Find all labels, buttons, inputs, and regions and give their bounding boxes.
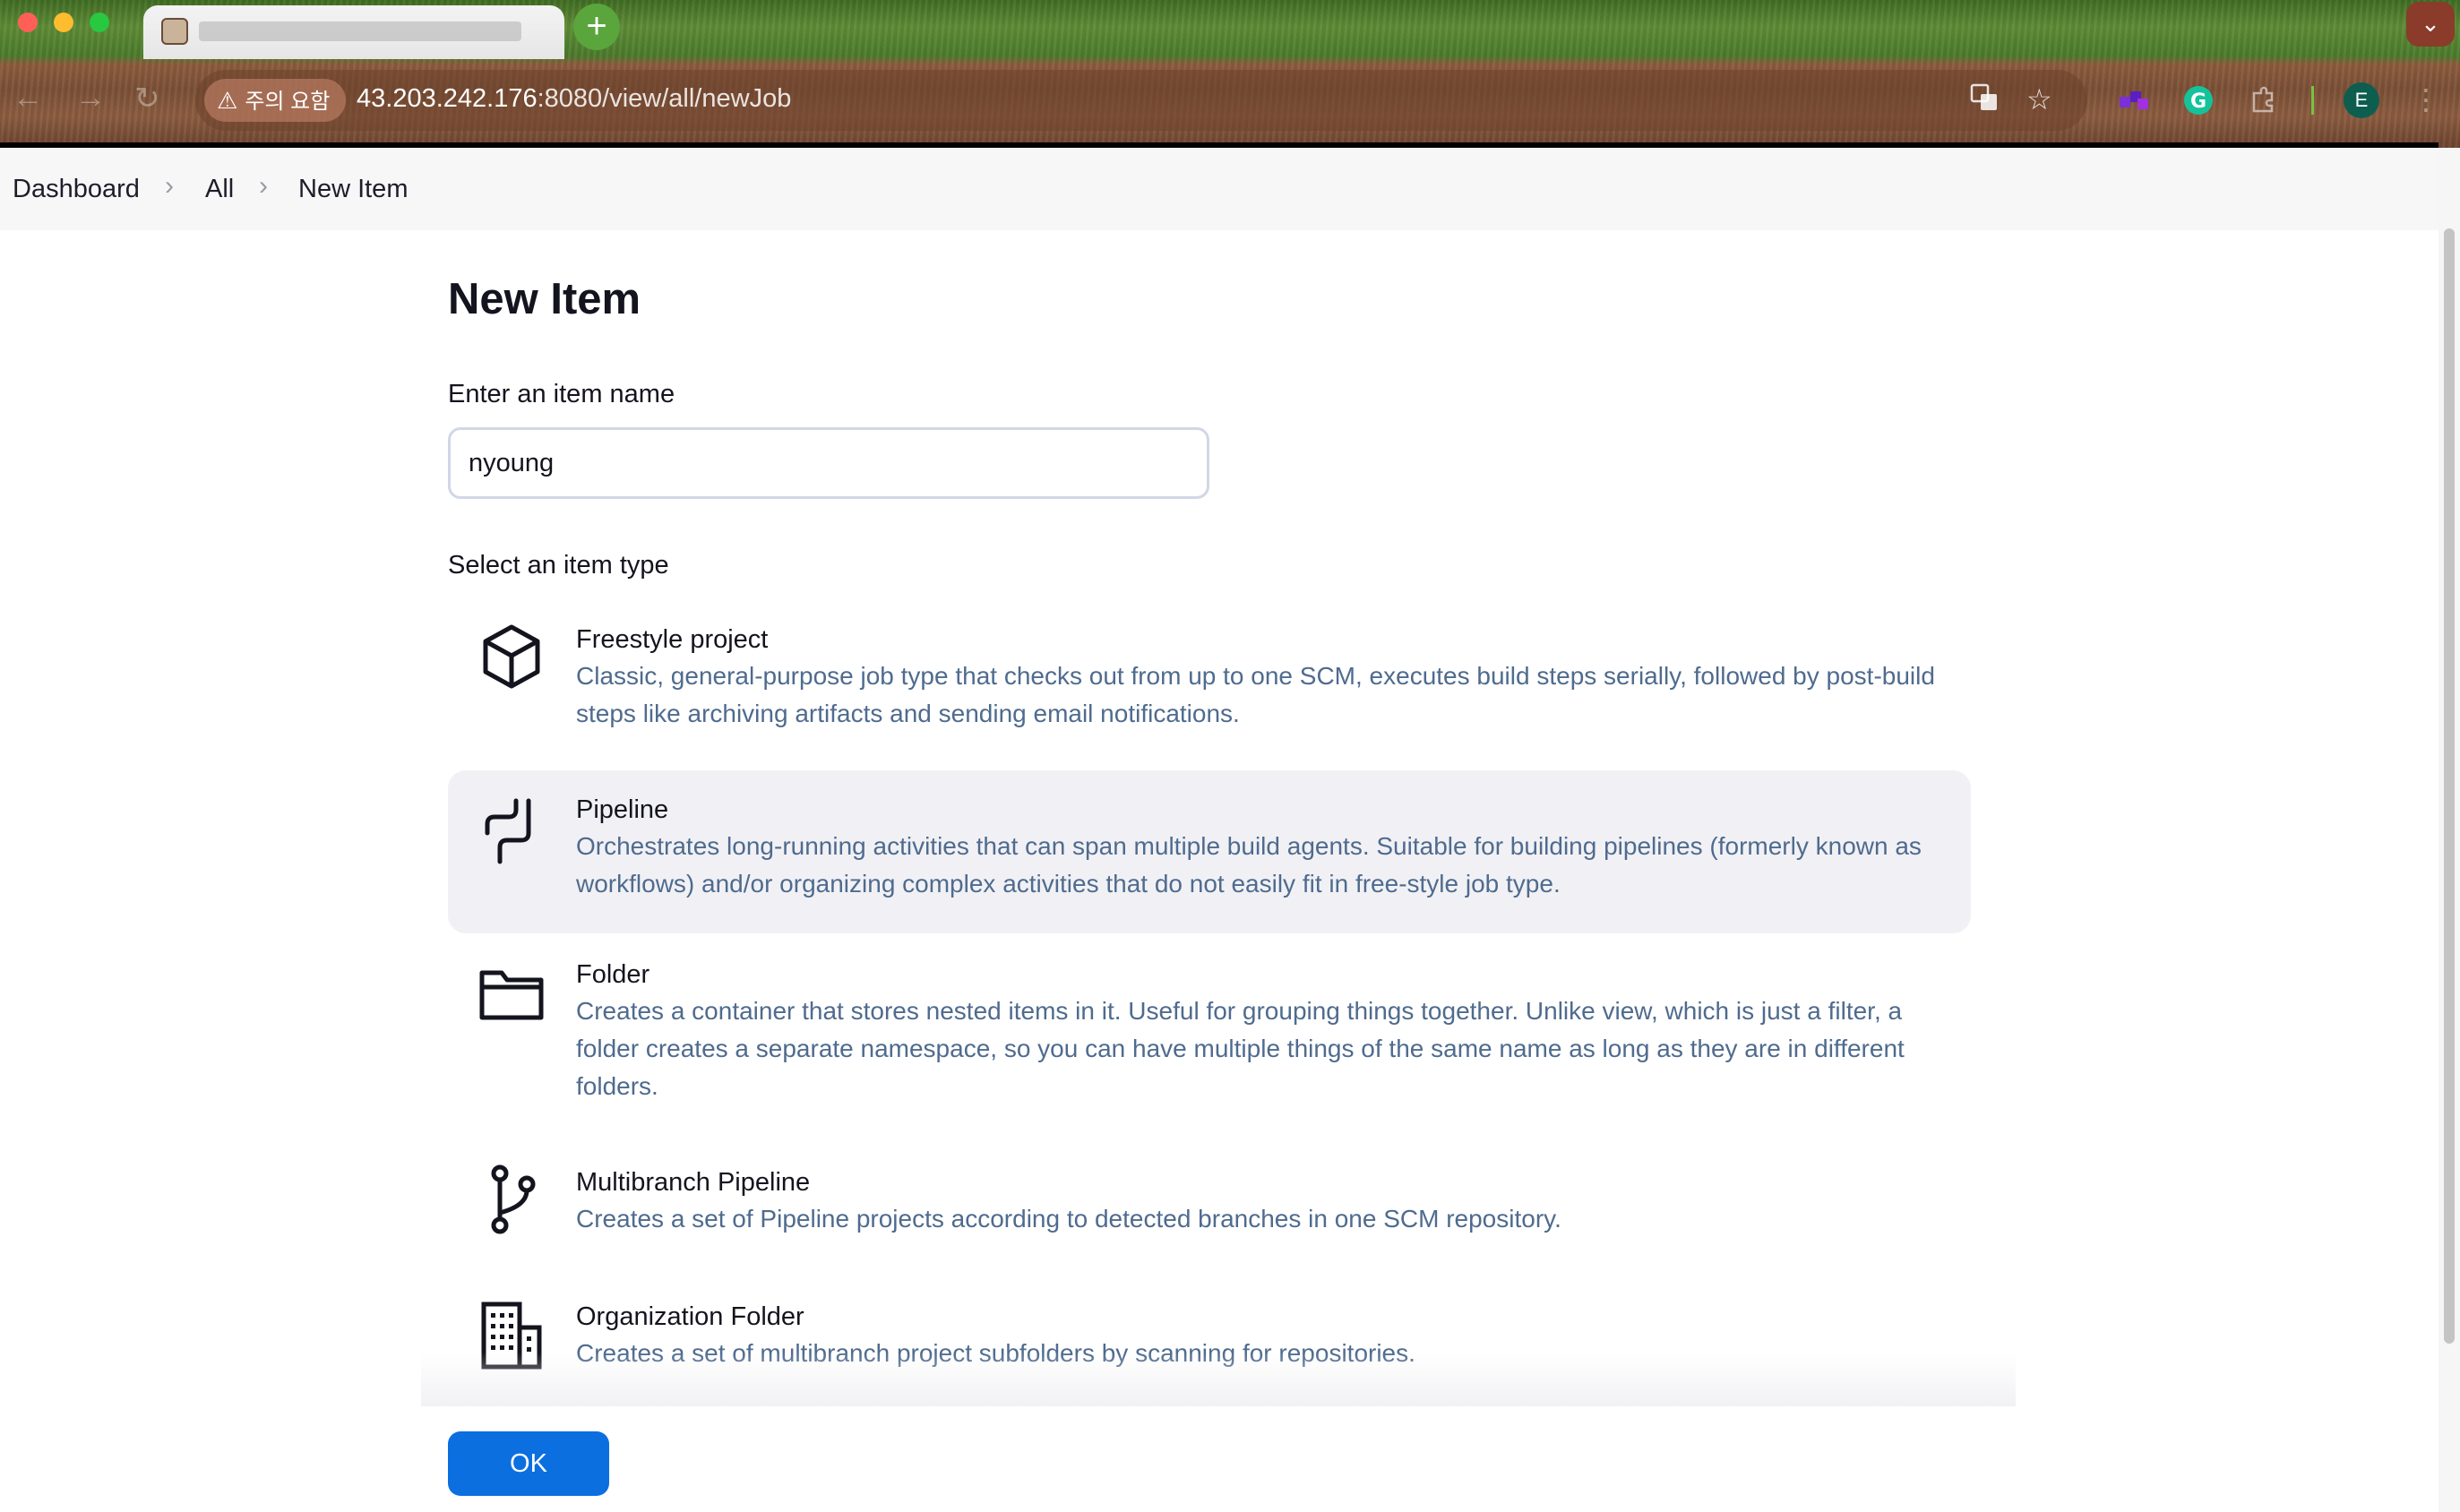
reload-icon[interactable]: ↻ — [134, 81, 160, 116]
breadcrumb-all[interactable]: All — [205, 175, 234, 204]
toolbar-divider — [2311, 86, 2314, 115]
item-type-title: Folder — [576, 960, 650, 989]
extensions-icon[interactable] — [2247, 84, 2279, 116]
item-type-title: Organization Folder — [576, 1302, 804, 1331]
scrollbar-thumb[interactable] — [2444, 228, 2455, 1344]
item-type-title: Multibranch Pipeline — [576, 1168, 811, 1197]
profile-avatar[interactable]: E — [2344, 82, 2379, 118]
back-icon[interactable]: ← — [13, 81, 43, 116]
item-type-label: Select an item type — [448, 551, 669, 580]
url-path: :8080/view/all/newJob — [537, 84, 792, 113]
svg-text:G: G — [2190, 90, 2206, 113]
address-bar[interactable]: ⚠ 주의 요함 43.203.242.176:8080/view/all/newJ… — [195, 70, 2087, 131]
browser-tab[interactable] — [143, 5, 564, 59]
breadcrumb-separator-icon: › — [165, 171, 174, 201]
warning-icon: ⚠ — [217, 87, 238, 114]
url-host: 43.203.242.176 — [357, 84, 538, 113]
bookmark-star-icon[interactable]: ☆ — [2026, 82, 2052, 116]
forward-icon[interactable]: → — [75, 81, 106, 116]
grammarly-icon[interactable]: G — [2182, 84, 2215, 116]
breadcrumb-dashboard[interactable]: Dashboard — [13, 175, 140, 204]
url-text[interactable]: 43.203.242.176:8080/view/all/newJob — [357, 84, 791, 114]
breadcrumb: Dashboard › All › New Item — [0, 148, 2438, 230]
item-name-label: Enter an item name — [448, 380, 675, 408]
new-tab-button[interactable]: + — [573, 4, 620, 50]
cube-icon — [483, 624, 540, 689]
tab-title — [199, 21, 521, 41]
item-type-multibranch-pipeline[interactable]: Multibranch Pipeline Creates a set of Pi… — [448, 1145, 1971, 1261]
item-name-input[interactable] — [448, 427, 1209, 499]
extension-puzzle-icon[interactable] — [2118, 84, 2150, 116]
item-type-description: Creates a container that stores nested i… — [576, 997, 1905, 1100]
item-type-title: Freestyle project — [576, 625, 769, 654]
browser-menu-icon[interactable]: ⋮ — [2412, 82, 2440, 116]
browser-chrome: + ⌄ ← → ↻ ⚠ 주의 요함 43.203.242.176:8080/vie… — [0, 0, 2460, 148]
pipeline-icon — [485, 798, 531, 864]
page-title: New Item — [448, 275, 641, 323]
item-type-description: Classic, general-purpose job type that c… — [576, 662, 1935, 727]
security-warning-chip[interactable]: ⚠ 주의 요함 — [204, 79, 347, 122]
page-scrollbar[interactable] — [2438, 148, 2460, 1512]
breadcrumb-separator-icon: › — [259, 171, 268, 201]
minimize-window-button[interactable] — [54, 13, 73, 32]
item-type-description: Orchestrates long-running activities tha… — [576, 832, 1922, 898]
tab-favicon-icon — [161, 18, 188, 45]
item-type-pipeline[interactable]: Pipeline Orchestrates long-running activ… — [448, 770, 1971, 933]
folder-icon — [479, 970, 544, 1020]
translate-icon[interactable] — [1969, 82, 2000, 120]
list-fade-overlay — [421, 1353, 2016, 1406]
breadcrumb-new-item: New Item — [298, 175, 409, 203]
footer-bar — [0, 1406, 2438, 1512]
item-type-description: Creates a set of Pipeline projects accor… — [576, 1205, 1561, 1233]
close-window-button[interactable] — [18, 13, 38, 32]
item-type-freestyle[interactable]: Freestyle project Classic, general-purpo… — [448, 602, 1971, 751]
ok-button[interactable]: OK — [448, 1431, 609, 1496]
branch-icon — [491, 1164, 536, 1234]
zoom-window-button[interactable] — [90, 13, 109, 32]
item-type-title: Pipeline — [576, 795, 669, 824]
security-warning-label: 주의 요함 — [245, 90, 331, 114]
item-type-folder[interactable]: Folder Creates a container that stores n… — [448, 937, 1971, 1116]
tab-search-button[interactable]: ⌄ — [2406, 2, 2455, 47]
